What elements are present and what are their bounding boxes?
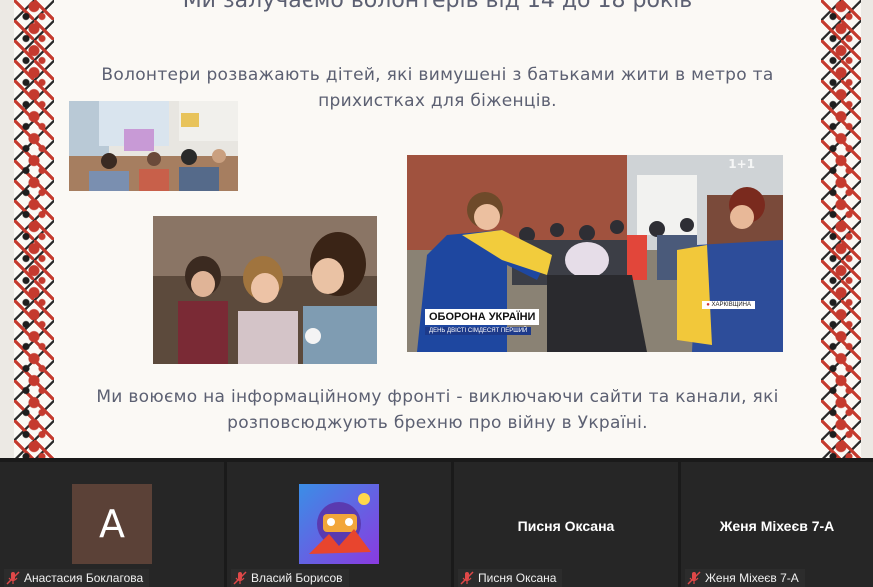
participant-name-tag: Власий Борисов [231,569,349,587]
caption-bottom: Ми воюємо на інформаційному фронті - вик… [96,387,779,433]
news-location-label: ХАРКІВЩИНА [711,302,751,308]
participant-tile[interactable]: Власий Борисов [227,462,451,587]
participants-strip: А Анастасия Боклагова Власий Борисов Пис… [0,458,873,587]
location-pin-icon: ● [706,302,710,308]
participant-name: Власий Борисов [251,571,343,585]
participant-name-tag: Анастасия Боклагова [4,569,150,587]
participant-name: Женя Міхеєв 7-А [705,571,799,585]
news-location: ● ХАРКІВЩИНА [702,301,755,309]
mic-muted-icon [460,571,474,585]
avatar: А [72,484,152,564]
shared-screen: Ми залучаємо волонтерів від 14 до 18 рок… [0,0,873,458]
news-subtitle: ДЕНЬ ДВІСТІ СІМДЕСЯТ ПЕРШИЙ [425,327,532,335]
mic-muted-icon [6,571,20,585]
slide-title: Ми залучаємо волонтерів від 14 до 18 рок… [182,0,693,13]
news-title: ОБОРОНА УКРАЇНИ [425,309,540,325]
participant-tile[interactable]: Женя Міхеєв 7-А Женя Міхеєв 7-А [681,462,873,587]
avatar [299,484,379,564]
mic-muted-icon [233,571,247,585]
photo-children-shelter [153,216,377,364]
participant-display-name: Женя Міхеєв 7-А [719,518,835,534]
participant-tile[interactable]: Писня Оксана Писня Оксана [454,462,678,587]
ornament-border-right [821,0,861,458]
participant-name: Писня Оксана [478,571,557,585]
ornament-border-left [14,0,54,458]
photo-classroom [69,101,238,191]
channel-logo: 1+1 [728,157,755,171]
mic-muted-icon [687,571,701,585]
photo-volunteers-outdoor: 1+1 ОБОРОНА УКРАЇНИ ДЕНЬ ДВІСТІ СІМДЕСЯТ… [407,155,783,352]
participant-name: Анастасия Боклагова [24,571,144,585]
participant-display-name: Писня Оксана [517,518,615,534]
participant-name-tag: Писня Оксана [458,569,563,587]
participant-name-tag: Женя Міхеєв 7-А [685,569,805,587]
participant-tile[interactable]: А Анастасия Боклагова [0,462,224,587]
presentation-slide: Ми залучаємо волонтерів від 14 до 18 рок… [14,0,861,458]
